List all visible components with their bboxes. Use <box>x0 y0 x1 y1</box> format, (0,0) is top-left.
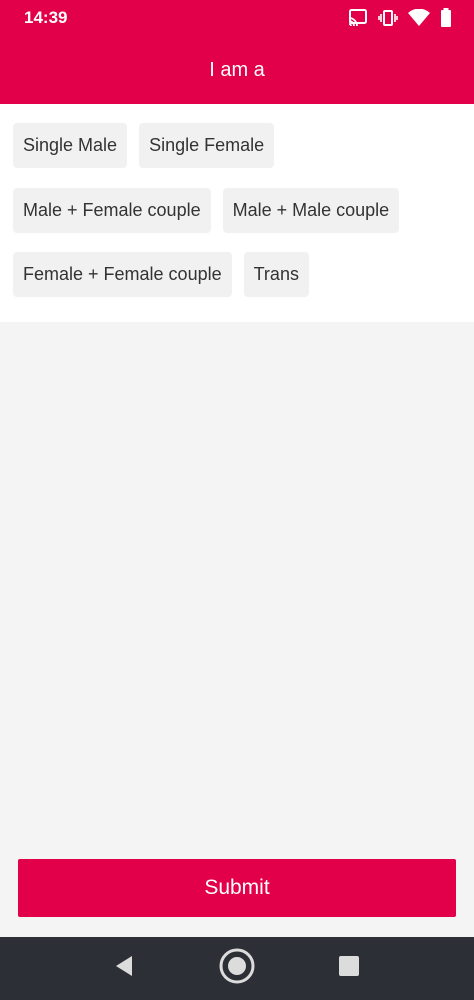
battery-icon <box>440 8 452 28</box>
submit-button[interactable]: Submit <box>18 859 456 917</box>
option-row: Female + Female couple Trans <box>13 252 309 297</box>
option-row: Single Male Single Female <box>13 123 275 168</box>
status-bar: 14:39 <box>0 0 474 36</box>
vibrate-icon <box>378 9 398 27</box>
option-male-female-couple[interactable]: Male + Female couple <box>13 188 211 233</box>
option-row: Male + Female couple Male + Male couple <box>13 188 400 233</box>
option-trans[interactable]: Trans <box>243 252 309 297</box>
option-female-female-couple[interactable]: Female + Female couple <box>13 252 232 297</box>
wifi-icon <box>408 9 430 27</box>
option-male-male-couple[interactable]: Male + Male couple <box>222 188 400 233</box>
navigation-bar <box>0 937 474 1000</box>
cast-icon <box>348 9 368 27</box>
app-bar: I am a <box>0 36 474 104</box>
back-button[interactable] <box>94 937 154 1000</box>
page-title: I am a <box>209 58 265 81</box>
home-button[interactable] <box>207 937 267 1000</box>
recents-icon <box>338 955 360 982</box>
back-icon <box>113 954 135 983</box>
option-single-female[interactable]: Single Female <box>139 123 275 168</box>
status-icons <box>348 8 452 28</box>
home-icon <box>218 947 256 990</box>
recents-button[interactable] <box>319 937 379 1000</box>
option-single-male[interactable]: Single Male <box>13 123 128 168</box>
options-panel: Single Male Single Female Male + Female … <box>0 104 474 322</box>
status-time: 14:39 <box>24 8 68 27</box>
